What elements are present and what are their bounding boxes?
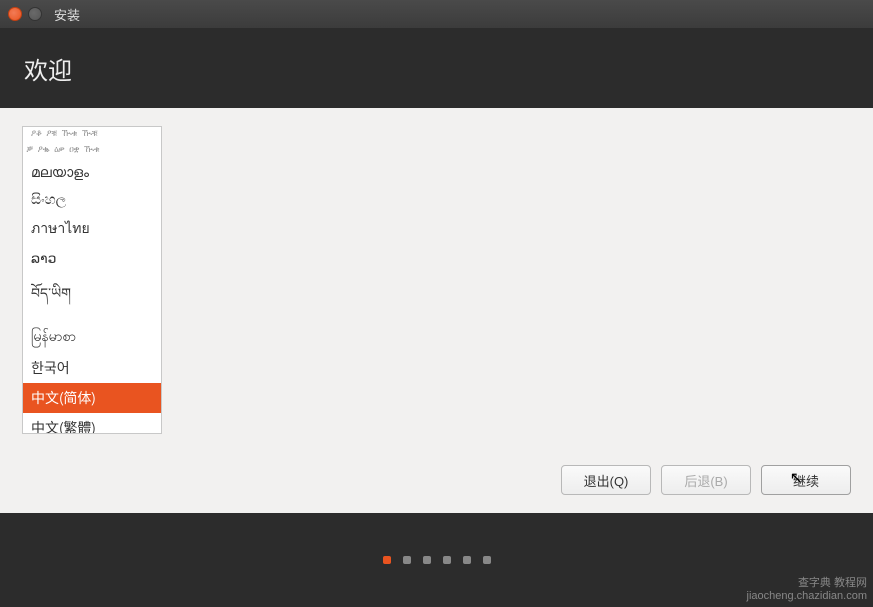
close-icon[interactable] — [8, 7, 22, 21]
language-item[interactable]: ລາວ — [23, 245, 161, 272]
language-item[interactable]: සිංහල — [23, 186, 161, 213]
language-item[interactable]: မြန်မာစာ — [23, 322, 161, 353]
language-item[interactable]: മലയാളം — [23, 159, 161, 186]
progress-dot — [443, 556, 451, 564]
progress-dot — [483, 556, 491, 564]
content-area: ዆቎ ዖቆ ዖቑ ዂቁ ዂቑ዆ቓ ዖቈ ዕቃ ዐቋ ዂቁമലയാളംසිංහලภ… — [0, 108, 873, 513]
footer: 查字典 教程网 jiaocheng.chazidian.com — [0, 513, 873, 607]
progress-dot — [403, 556, 411, 564]
language-item[interactable]: 中文(简体) — [23, 383, 161, 413]
progress-dot — [383, 556, 391, 564]
language-item[interactable]: ภาษาไทย — [23, 213, 161, 245]
language-item[interactable]: ዆ቓ ዖቈ ዕቃ ዐቋ ዂቁ — [23, 143, 161, 159]
quit-button[interactable]: 退出(Q) — [561, 465, 651, 495]
language-item[interactable]: བོད་ཡིག — [23, 272, 161, 322]
window-titlebar: 安装 — [0, 0, 873, 28]
progress-dot — [463, 556, 471, 564]
watermark: 查字典 教程网 jiaocheng.chazidian.com — [747, 577, 867, 603]
minimize-icon[interactable] — [28, 7, 42, 21]
window-title: 安装 — [54, 5, 80, 24]
language-list[interactable]: ዆቎ ዖቆ ዖቑ ዂቁ ዂቑ዆ቓ ዖቈ ዕቃ ዐቋ ዂቁമലയാളംසිංහලภ… — [22, 126, 162, 434]
continue-button[interactable]: 继续 — [761, 465, 851, 495]
header: 欢迎 — [0, 28, 873, 108]
progress-dots — [383, 556, 491, 564]
language-item[interactable]: 한국어 — [23, 353, 161, 383]
back-button[interactable]: 后退(B) — [661, 465, 751, 495]
language-item[interactable]: 中文(繁體) — [23, 413, 161, 434]
button-row: 退出(Q) 后退(B) 继续 ↖ — [561, 465, 851, 495]
progress-dot — [423, 556, 431, 564]
language-item[interactable]: ዆቎ ዖቆ ዖቑ ዂቁ ዂቑ — [23, 127, 161, 143]
page-title: 欢迎 — [24, 51, 72, 86]
